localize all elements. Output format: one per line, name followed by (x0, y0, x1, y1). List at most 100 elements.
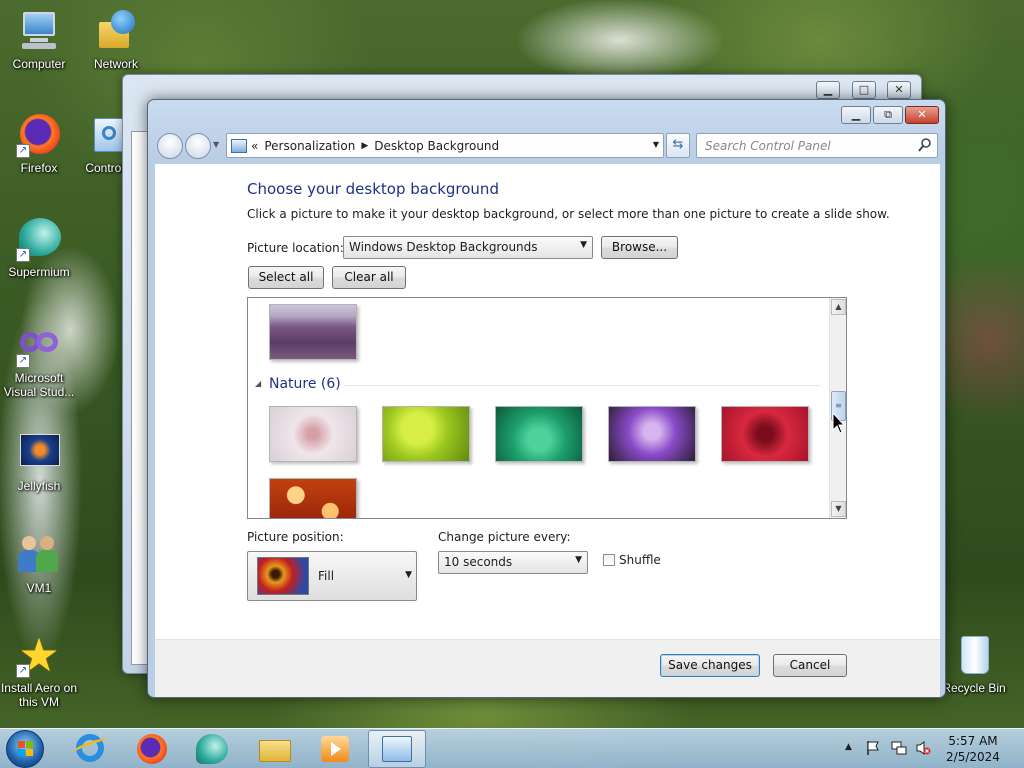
desktop-icon-label: Recycle Bin (942, 681, 1006, 695)
maximize-button[interactable]: □ (852, 81, 876, 99)
system-clock[interactable]: 5:57 AM 2/5/2024 (936, 733, 1010, 765)
back-button[interactable] (157, 133, 183, 159)
mouse-cursor-icon (832, 411, 846, 436)
users-icon (16, 532, 62, 578)
thumbnail-red-dahlia[interactable] (721, 406, 809, 462)
thumbnail-green-leaves[interactable] (495, 406, 583, 462)
supermium-icon[interactable] (192, 732, 232, 766)
picture-location-select[interactable]: Windows Desktop Backgrounds ▼ (343, 236, 593, 259)
page-title: Choose your desktop background (247, 180, 499, 198)
desktop-icon-label: Control (85, 161, 124, 175)
address-bar[interactable]: « Personalization ▶ Desktop Background ▼ (226, 133, 664, 158)
internet-explorer-icon[interactable] (70, 732, 110, 766)
clear-all-button[interactable]: Clear all (332, 266, 406, 289)
desktop-icon-label: Firefox (20, 161, 58, 175)
desktop-icon-label: VM1 (26, 581, 52, 595)
desktop-icon-label: Microsoft Visual Stud... (3, 371, 75, 399)
control-panel-taskbar-button[interactable] (368, 730, 426, 768)
recycle-bin-icon (951, 632, 997, 678)
shortcut-arrow-icon: ↗ (16, 144, 30, 158)
desktop-icon-vm1[interactable]: VM1 (1, 532, 77, 595)
shuffle-checkbox[interactable] (603, 554, 615, 566)
group-collapse-icon[interactable]: ◢ (255, 379, 261, 388)
search-input[interactable]: Search Control Panel (696, 133, 938, 158)
file-explorer-icon[interactable] (255, 732, 295, 766)
picture-position-value: Fill (318, 569, 335, 583)
scroll-up-icon[interactable]: ▲ (831, 299, 846, 315)
network-tray-icon[interactable] (891, 740, 907, 756)
show-hidden-icons-icon[interactable]: ▲ (845, 742, 852, 752)
thumbnail-green-succulent[interactable] (382, 406, 470, 462)
desktop-icon-supermium[interactable]: ↗ Supermium (1, 216, 77, 279)
network-icon (93, 8, 139, 54)
supermium-icon: ↗ (16, 216, 62, 262)
shortcut-arrow-icon: ↗ (16, 664, 30, 678)
media-player-icon[interactable] (315, 732, 355, 766)
start-orb-icon[interactable] (6, 730, 44, 768)
page-description: Click a picture to make it your desktop … (247, 207, 890, 221)
recent-pages-dropdown-icon[interactable]: ▼ (213, 140, 219, 149)
computer-icon (16, 8, 62, 54)
desktop-background-window[interactable]: ▁ ⧉ ✕ ▼ « Personalization ▶ Desktop Back… (147, 99, 946, 698)
scroll-down-icon[interactable]: ▼ (831, 501, 846, 517)
save-changes-button[interactable]: Save changes (660, 654, 760, 677)
desktop-icon-control-panel[interactable]: Control (78, 112, 128, 175)
thumbnail-lavender-field[interactable] (269, 304, 357, 360)
browse-button[interactable]: Browse... (601, 236, 678, 259)
vertical-scrollbar[interactable]: ▲ ≡ ▼ (829, 298, 846, 518)
address-dropdown-icon[interactable]: ▼ (653, 140, 659, 149)
desktop-icon-network[interactable]: Network (78, 8, 154, 71)
desktop-icon-label: Computer (12, 57, 66, 71)
breadcrumb-desktop-background[interactable]: Desktop Background (374, 139, 499, 153)
firefox-icon: ↗ (16, 112, 62, 158)
action-center-flag-icon[interactable] (866, 740, 880, 756)
breadcrumb-separator-icon[interactable]: ▶ (361, 141, 368, 151)
thumbnail-purple-thistle[interactable] (608, 406, 696, 462)
shuffle-label[interactable]: Shuffle (619, 553, 661, 567)
minimize-button[interactable]: ▁ (816, 81, 840, 99)
chevron-down-icon: ▼ (575, 555, 582, 565)
close-button[interactable]: ✕ (905, 106, 939, 124)
control-panel-icon (382, 736, 412, 762)
desktop-icon-install-aero[interactable]: ★ ↗ Install Aero on this VM (0, 632, 78, 709)
minimize-button[interactable]: ▁ (841, 106, 871, 124)
picture-location-value: Windows Desktop Backgrounds (349, 240, 538, 254)
desktop-icon-recycle-bin[interactable]: Recycle Bin (936, 632, 1012, 695)
star-icon: ★ ↗ (16, 632, 62, 678)
content-area: Choose your desktop background Click a p… (155, 164, 940, 697)
taskbar: ▲ 5:57 AM 2/5/2024 (0, 728, 1024, 768)
picture-gallery[interactable]: ◢ Nature (6) ▲ ≡ ▼ (247, 297, 847, 519)
change-picture-interval-select[interactable]: 10 seconds ▼ (438, 551, 588, 574)
thumbnail-autumn-leaves[interactable] (269, 478, 357, 518)
close-button[interactable]: ✕ (887, 81, 911, 99)
breadcrumb-personalization[interactable]: Personalization (264, 139, 355, 153)
search-icon[interactable] (918, 137, 932, 153)
volume-muted-icon[interactable] (915, 740, 931, 756)
picture-position-select[interactable]: Fill ▼ (247, 551, 417, 601)
shortcut-arrow-icon: ↗ (16, 248, 30, 262)
firefox-icon[interactable] (132, 732, 172, 766)
clock-date: 2/5/2024 (946, 750, 1000, 764)
desktop-icon-jellyfish[interactable]: Jellyfish (1, 430, 77, 493)
breadcrumb-prefix[interactable]: « (251, 139, 258, 153)
restore-button[interactable]: ⧉ (873, 106, 903, 124)
desktop-icon-firefox[interactable]: ↗ Firefox (1, 112, 77, 175)
clock-time: 5:57 AM (948, 734, 998, 748)
visual-studio-icon: ↗ (16, 322, 62, 368)
change-picture-interval-value: 10 seconds (444, 555, 513, 569)
picture-location-label: Picture location: (247, 241, 344, 255)
position-preview-image (257, 557, 309, 595)
thumbnail-dandelion[interactable] (269, 406, 357, 462)
desktop-icon-label: Install Aero on this VM (0, 681, 78, 709)
change-picture-label: Change picture every: (438, 530, 571, 544)
cancel-button[interactable]: Cancel (773, 654, 847, 677)
forward-button[interactable] (185, 133, 211, 159)
desktop-icon-computer[interactable]: Computer (1, 8, 77, 71)
desktop-icon-visual-studio[interactable]: ↗ Microsoft Visual Stud... (0, 322, 78, 399)
group-label-nature[interactable]: Nature (6) (269, 376, 341, 392)
select-all-button[interactable]: Select all (248, 266, 324, 289)
desktop-icon-label: Supermium (8, 265, 70, 279)
image-file-icon (16, 430, 62, 476)
chevron-down-icon: ▼ (580, 240, 587, 250)
refresh-button[interactable]: ⇆ (666, 133, 690, 158)
